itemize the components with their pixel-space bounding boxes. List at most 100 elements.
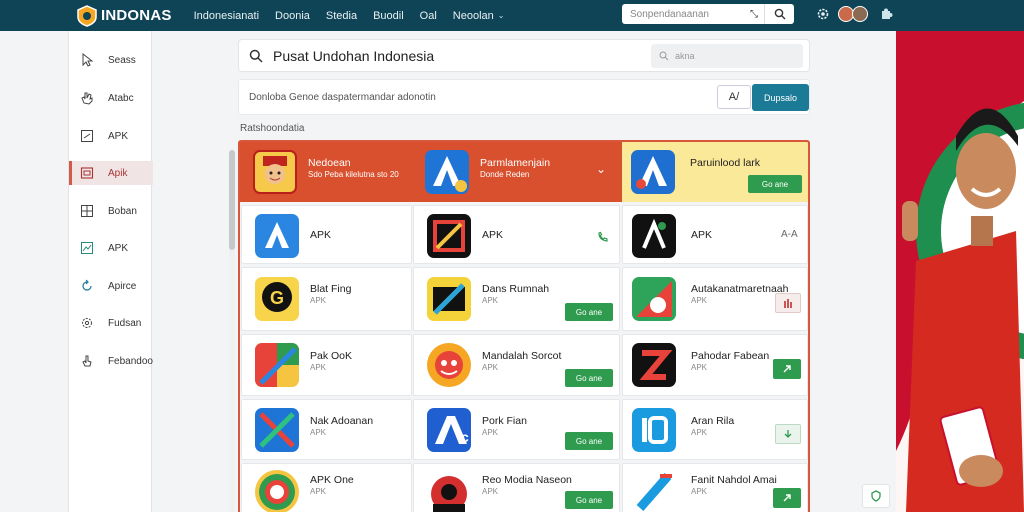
app-card[interactable]: Fanit Nahdol Amai APK xyxy=(622,463,808,512)
top-search-button[interactable] xyxy=(764,4,794,24)
shield-icon xyxy=(871,490,881,502)
settings-icon[interactable] xyxy=(814,5,832,23)
bookmark-button[interactable] xyxy=(775,293,801,313)
top-search-placeholder[interactable]: Sonpendanaanan xyxy=(630,9,748,20)
sidebar-item-label: Atabc xyxy=(108,92,134,104)
download-button[interactable]: Go ane xyxy=(565,369,613,387)
app-icon xyxy=(632,214,676,258)
text-format-button[interactable]: A/ xyxy=(717,85,751,109)
app-icon xyxy=(255,214,299,258)
bar-chart-icon xyxy=(784,299,792,308)
app-card[interactable]: Mandalah Sorcot APK Go ane xyxy=(413,334,620,396)
topnav-item[interactable]: Oal xyxy=(420,10,437,22)
download-icon xyxy=(784,430,792,438)
install-button[interactable] xyxy=(775,424,801,444)
promo-banner[interactable] xyxy=(896,31,1024,512)
app-subtitle: APK xyxy=(691,487,708,496)
sidebar-item[interactable]: Apirce xyxy=(69,274,153,298)
app-card[interactable]: APK One APK xyxy=(241,463,412,512)
app-card[interactable]: Pahodar Fabean APK xyxy=(622,334,808,396)
download-button[interactable]: Go ane xyxy=(565,303,613,321)
sidebar-item[interactable]: APK xyxy=(69,236,153,260)
app-icon: G xyxy=(255,277,299,321)
app-card[interactable]: Autakanatmaretnaah APK xyxy=(622,267,808,331)
sidebar: Seass Atabc APK Apik Boban APK Apirce Fu… xyxy=(68,31,153,512)
sidebar-item[interactable]: Boban xyxy=(69,199,153,223)
app-name: Dans Rumnah xyxy=(482,283,550,295)
app-card[interactable]: Nak Adoanan APK xyxy=(241,399,412,460)
app-card[interactable]: Nedoean Sdo Peba kilelutna sto 20 xyxy=(240,142,412,202)
app-card[interactable]: Reo Modia Naseon APK Go ane xyxy=(413,463,620,512)
main-search-filter[interactable]: akna xyxy=(651,44,803,68)
sidebar-item[interactable]: Febandoo xyxy=(69,349,153,373)
puzzle-icon[interactable] xyxy=(878,5,896,23)
app-card[interactable]: Paruinlood lark Go ane xyxy=(622,142,808,202)
main-search-query[interactable]: Pusat Undohan Indonesia xyxy=(273,48,434,64)
app-subtitle: APK xyxy=(482,296,499,305)
sidebar-item[interactable]: Atabc xyxy=(69,86,153,110)
topnav-item[interactable]: Doonia xyxy=(275,10,310,22)
refresh-icon xyxy=(82,279,92,291)
top-search-field[interactable]: Sonpendanaanan ⤡ xyxy=(622,4,794,24)
sidebar-item-label: APK xyxy=(108,242,129,254)
app-card[interactable]: Parmlamenjain Donde Reden xyxy=(412,142,594,202)
app-subtitle: APK xyxy=(310,487,327,496)
chevron-down-icon[interactable]: ⌄ xyxy=(498,11,505,20)
app-name: Pak OoK xyxy=(310,350,353,362)
primary-action-button[interactable]: Dupsalo xyxy=(752,84,809,111)
apk-box-icon xyxy=(81,130,93,142)
share-button[interactable] xyxy=(773,359,801,379)
sidebar-item[interactable]: Seass xyxy=(69,48,153,72)
search-icon xyxy=(774,8,785,20)
description-text: Donloba Genoe daspatermandar adonotin xyxy=(249,91,436,103)
share-button[interactable] xyxy=(773,488,801,508)
section-title: Ratshoondatia xyxy=(240,123,305,134)
app-name: APK xyxy=(310,229,332,241)
app-name: Pork Fian xyxy=(482,415,527,427)
sidebar-item[interactable]: APK xyxy=(69,124,153,148)
app-icon xyxy=(427,214,471,258)
share-icon xyxy=(783,494,791,502)
app-card[interactable]: APK xyxy=(413,205,620,264)
app-icon xyxy=(631,150,675,194)
download-button[interactable]: Go ane xyxy=(565,491,613,509)
app-subtitle: APK xyxy=(691,363,708,372)
filter-icon[interactable]: ⤡ xyxy=(750,9,758,20)
app-name: Mandalah Sorcot xyxy=(482,350,562,362)
app-card[interactable]: Dans Rumnah APK Go ane xyxy=(413,267,620,331)
brand-logo[interactable]: INDONAS xyxy=(76,4,172,27)
app-card[interactable]: Aran Rila APK xyxy=(622,399,808,460)
user-avatar[interactable] xyxy=(852,6,868,22)
sidebar-item[interactable]: Fudsan xyxy=(69,311,153,335)
app-subtitle: APK xyxy=(691,428,708,437)
scroll-to-top-button[interactable] xyxy=(862,484,890,508)
app-name: Autakanatmaretnaah xyxy=(691,283,789,295)
download-button[interactable]: Go ane xyxy=(748,175,802,193)
topnav-item[interactable]: Stedia xyxy=(326,10,357,22)
topnav-item[interactable]: Buodil xyxy=(373,10,404,22)
description-bar: Donloba Genoe daspatermandar adonotin A/… xyxy=(238,79,810,115)
app-card[interactable]: APK xyxy=(241,205,412,264)
top-bar: INDONAS Indonesianati Doonia Stedia Buod… xyxy=(0,0,1024,31)
sidebar-item-active[interactable]: Apik xyxy=(69,161,153,185)
download-button[interactable]: Go ane xyxy=(565,432,613,450)
chevron-down-icon[interactable]: ⌄ xyxy=(596,162,606,176)
app-card[interactable]: APK A-A xyxy=(622,205,808,264)
chart-icon xyxy=(81,242,93,254)
app-card[interactable]: c Pork Fian APK Go ane xyxy=(413,399,620,460)
app-name: Pahodar Fabean xyxy=(691,350,770,362)
app-icon: c xyxy=(427,408,471,452)
topnav-item[interactable]: Neoolan xyxy=(453,10,494,22)
app-name: Paruinlood lark xyxy=(690,157,761,169)
sidebar-item-label: Seass xyxy=(108,54,136,66)
sidebar-item-label: APK xyxy=(108,130,129,142)
phone-icon[interactable] xyxy=(597,231,609,243)
scrollbar-thumb[interactable] xyxy=(229,150,235,250)
app-icon xyxy=(427,277,471,321)
app-subtitle: APK xyxy=(310,428,327,437)
topnav-item[interactable]: Indonesianati xyxy=(194,10,259,22)
app-icon xyxy=(632,343,676,387)
app-card[interactable]: G Blat Fing APK xyxy=(241,267,412,331)
app-card[interactable]: Pak OoK APK xyxy=(241,334,412,396)
main-search-bar[interactable]: Pusat Undohan Indonesia akna xyxy=(238,39,810,72)
